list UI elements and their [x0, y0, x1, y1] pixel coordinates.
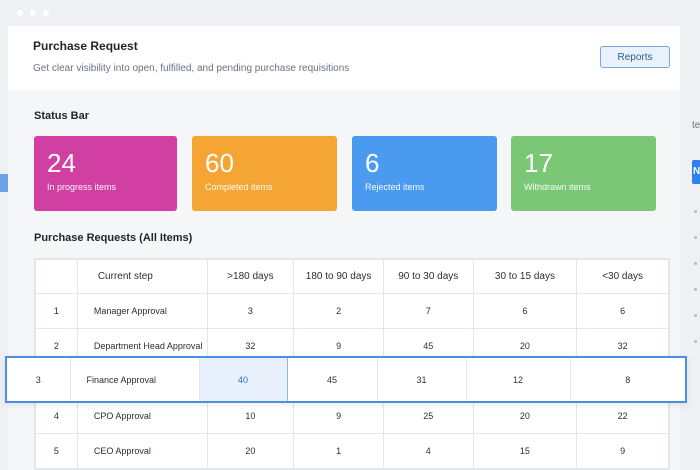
row-index: 1 — [35, 293, 78, 329]
row-index: 5 — [35, 433, 78, 469]
page-subtitle: Get clear visibility into open, fulfille… — [33, 63, 350, 74]
column-header-180-to-90-days[interactable]: 180 to 90 days — [293, 259, 384, 294]
table-cell[interactable]: 45 — [287, 358, 378, 401]
right-fragment-dot-icon — [694, 314, 697, 317]
column-header-under-30-days[interactable]: <30 days — [576, 259, 669, 294]
table-cell[interactable]: 9 — [293, 398, 384, 434]
highlighted-table-row[interactable]: 3 Finance Approval 40 45 31 12 8 — [5, 356, 687, 403]
right-fragment-dot-icon — [694, 236, 697, 239]
column-header-90-to-30-days[interactable]: 90 to 30 days — [382, 259, 474, 294]
selected-table-cell[interactable]: 40 — [198, 358, 288, 401]
main-panel: Purchase Request Get clear visibility in… — [8, 26, 680, 470]
window-dot-icon[interactable] — [30, 10, 36, 16]
right-fragment-dot-icon — [694, 340, 697, 343]
table-cell[interactable]: 3 — [206, 293, 295, 329]
row-index: 3 — [7, 358, 71, 401]
status-card-withdrawn[interactable]: 17 Withdrawn items — [511, 136, 656, 211]
status-card-value: 17 — [524, 148, 553, 178]
table-cell[interactable]: 25 — [382, 398, 474, 434]
window-controls — [0, 0, 140, 16]
column-header-30-to-15-days[interactable]: 30 to 15 days — [472, 259, 578, 294]
reports-button[interactable]: Reports — [600, 46, 670, 68]
table-cell[interactable]: 10 — [206, 398, 295, 434]
row-index: 4 — [35, 398, 78, 434]
column-header-over-180-days[interactable]: >180 days — [206, 259, 295, 294]
status-card-value: 24 — [47, 148, 76, 178]
row-step: Manager Approval — [76, 293, 208, 329]
status-card-value: 6 — [365, 148, 380, 178]
table-cell[interactable]: 12 — [466, 358, 571, 401]
table-cell[interactable]: 7 — [382, 293, 474, 329]
row-step: Finance Approval — [70, 358, 200, 401]
table-cell[interactable]: 20 — [206, 433, 295, 469]
table-title: Purchase Requests (All Items) — [34, 232, 193, 244]
table-cell[interactable]: 15 — [472, 433, 578, 469]
table-cell[interactable]: 8 — [570, 358, 685, 401]
right-fragment-dot-icon — [694, 288, 697, 291]
table-header-row: Current step >180 days 180 to 90 days 90… — [35, 259, 669, 294]
table-cell[interactable]: 31 — [377, 358, 467, 401]
status-bar-title: Status Bar — [34, 110, 90, 122]
right-fragment-dot-icon — [694, 262, 697, 265]
table-cell[interactable]: 1 — [293, 433, 384, 469]
table-cell[interactable]: 9 — [576, 433, 669, 469]
table-cell[interactable]: 20 — [472, 398, 578, 434]
row-step: CPO Approval — [76, 398, 208, 434]
window-dot-icon[interactable] — [43, 10, 49, 16]
status-card-label: In progress items — [47, 182, 117, 192]
column-header-index — [35, 259, 78, 294]
table-row[interactable]: 5 CEO Approval 20 1 4 15 9 — [35, 433, 669, 469]
page-title: Purchase Request — [33, 39, 138, 53]
page-header: Purchase Request Get clear visibility in… — [8, 26, 680, 90]
status-card-label: Rejected items — [365, 182, 425, 192]
row-step: CEO Approval — [76, 433, 208, 469]
status-card-label: Completed items — [205, 182, 273, 192]
table-cell[interactable]: 22 — [576, 398, 669, 434]
table-row[interactable]: 1 Manager Approval 3 2 7 6 6 — [35, 293, 669, 329]
status-card-in-progress[interactable]: 24 In progress items — [34, 136, 177, 211]
table-cell[interactable]: 4 — [382, 433, 474, 469]
right-fragment-text: te — [692, 120, 700, 131]
status-card-value: 60 — [205, 148, 234, 178]
right-fragment-dot-icon — [694, 210, 697, 213]
status-card-completed[interactable]: 60 Completed items — [192, 136, 337, 211]
table-cell[interactable]: 6 — [576, 293, 669, 329]
status-card-rejected[interactable]: 6 Rejected items — [352, 136, 497, 211]
left-sidebar-fragment — [0, 174, 8, 192]
table-cell[interactable]: 6 — [472, 293, 578, 329]
right-fragment-button[interactable]: N — [692, 160, 700, 184]
table-row[interactable]: 4 CPO Approval 10 9 25 20 22 — [35, 398, 669, 434]
table-cell[interactable]: 2 — [293, 293, 384, 329]
window-dot-icon[interactable] — [17, 10, 23, 16]
column-header-current-step[interactable]: Current step — [76, 259, 208, 294]
status-card-label: Withdrawn items — [524, 182, 591, 192]
